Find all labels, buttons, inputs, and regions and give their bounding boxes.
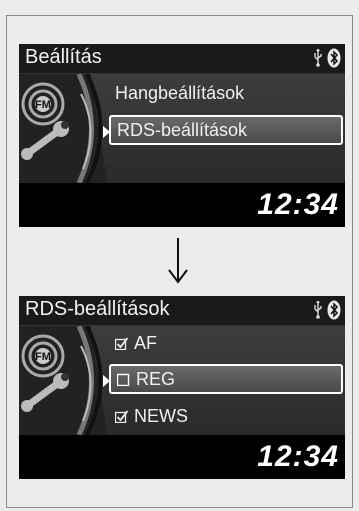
fm-radio-icon: FM	[21, 82, 65, 126]
settings-screen: Beállítás FM Hangbeállítások RDS-beállít…	[19, 44, 345, 227]
bluetooth-icon	[327, 48, 341, 68]
title-bar: RDS-beállítások	[19, 296, 345, 326]
rds-settings-screen: RDS-beállítások FM AF REG NEWS 12:34	[19, 296, 345, 479]
svg-text:FM: FM	[35, 351, 51, 363]
screen-title: Beállítás	[25, 46, 102, 68]
selection-arrow-icon	[103, 375, 110, 387]
menu-item-news[interactable]: NEWS	[109, 401, 343, 431]
checkbox-checked-icon	[115, 409, 128, 423]
menu-area: FM AF REG NEWS	[19, 326, 345, 435]
bluetooth-icon	[327, 300, 341, 320]
menu-item-rds-beallitasok[interactable]: RDS-beállítások	[103, 115, 343, 145]
menu-area: FM Hangbeállítások RDS-beállítások	[19, 74, 345, 183]
usb-icon	[312, 300, 324, 320]
title-bar: Beállítás	[19, 44, 345, 74]
clock: 12:34	[257, 440, 339, 473]
menu-item-af[interactable]: AF	[109, 328, 343, 358]
clock: 12:34	[257, 188, 339, 221]
fm-radio-icon: FM	[21, 334, 65, 378]
menu-item-reg[interactable]: REG	[103, 364, 343, 394]
checkbox-checked-icon	[115, 336, 128, 350]
screen-title: RDS-beállítások	[25, 298, 170, 320]
svg-text:FM: FM	[35, 99, 51, 111]
status-bar: 12:34	[19, 184, 345, 227]
menu-item-label: REG	[136, 368, 176, 389]
menu-item-hangbeallitasok[interactable]: Hangbeállítások	[109, 78, 343, 108]
menu-item-label: RDS-beállítások	[117, 119, 248, 140]
status-bar: 12:34	[19, 436, 345, 479]
menu-item-label: NEWS	[134, 405, 188, 426]
down-arrow-icon	[163, 236, 193, 286]
selection-arrow-icon	[103, 126, 110, 138]
menu-item-label: AF	[134, 332, 158, 353]
checkbox-unchecked-icon	[117, 373, 130, 386]
menu-item-label: Hangbeállítások	[115, 82, 245, 103]
usb-icon	[312, 48, 324, 68]
